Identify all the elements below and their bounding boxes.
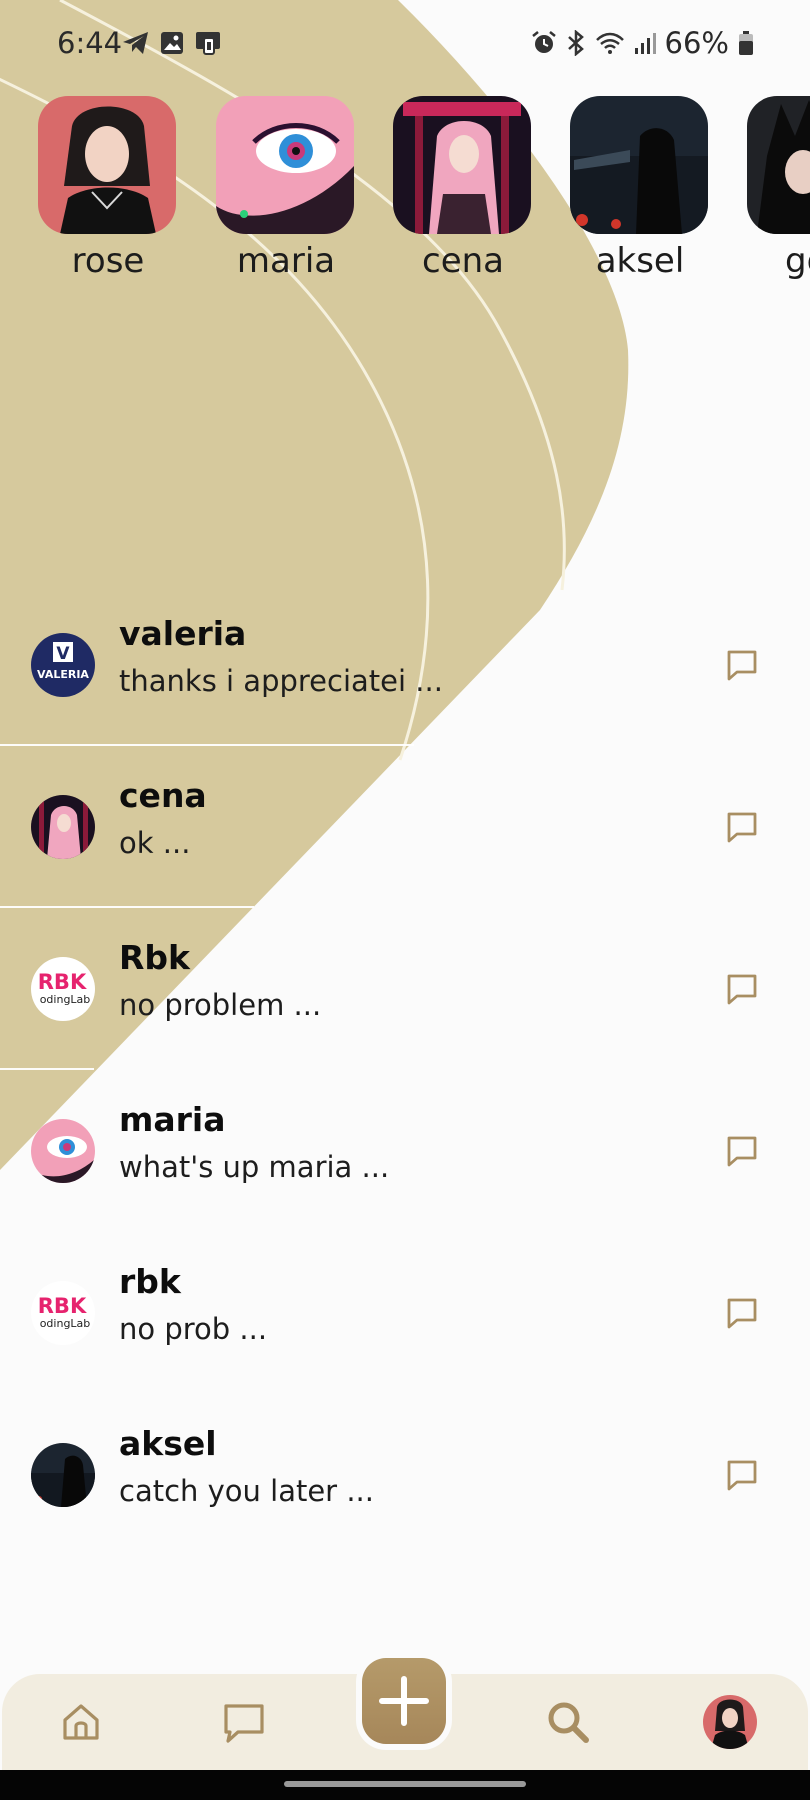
conversation-preview: ok ... [119,826,191,860]
chat-bubble-icon[interactable] [724,1295,760,1331]
avatar-wordmark: VALERIA [37,668,89,681]
conversation-row-cena[interactable]: cena ok ... [0,746,810,908]
profile-avatar[interactable] [703,1695,757,1749]
status-right-icons: 66% [531,26,754,60]
nav-home-button[interactable] [51,1692,111,1752]
home-gesture-pill[interactable] [284,1781,526,1787]
story-item-aksel[interactable]: aksel [570,96,710,282]
story-avatar-image [747,96,810,234]
conversation-preview: no prob ... [119,1312,268,1346]
story-avatar-image [216,96,354,234]
conversation-name: rbk [119,1262,181,1301]
telegram-icon [123,32,148,54]
stories-row[interactable]: rose maria cena aksel g [0,96,810,296]
avatar-letter: V [56,644,70,664]
story-avatar-image [393,96,531,234]
profile-avatar-image [703,1695,757,1749]
status-time: 6:44 [57,26,123,60]
conversation-name: valeria [119,614,247,653]
chat-bubble-icon[interactable] [724,971,760,1007]
conversation-row-rbk[interactable]: RBK odingLab Rbk no problem ... [0,908,810,1070]
search-icon [548,1702,589,1743]
conversation-avatar [31,795,95,859]
avatar-image [31,795,95,859]
conversation-avatar: RBK odingLab [31,957,95,1021]
story-avatar-image [570,96,708,234]
chat-icon [224,1704,264,1743]
conversation-row-maria[interactable]: maria what's up maria ... [0,1070,810,1232]
chat-bubble-icon[interactable] [724,647,760,683]
battery-percentage: 66% [664,26,729,60]
chat-bubble-icon[interactable] [724,809,760,845]
story-label: rose [71,241,145,281]
status-bar: 6:44 66% [0,0,810,92]
avatar-image [31,1443,95,1507]
conversation-avatar [31,1119,95,1183]
conversation-avatar: RBK odingLab [31,1281,95,1345]
conversation-name: maria [119,1100,226,1139]
conversation-name: aksel [119,1424,217,1463]
conversation-name: cena [119,776,207,815]
avatar-wordmark: odingLab [40,993,91,1006]
avatar-wordmark: odingLab [40,1317,91,1330]
conversation-preview: no problem ... [119,988,322,1022]
avatar-wordmark: RBK [38,1294,87,1318]
nav-search-button[interactable] [538,1692,598,1752]
signal-icon [634,33,656,54]
story-item-rose[interactable]: rose [38,96,178,282]
story-avatar[interactable] [747,96,810,234]
avatar-image: V VALERIA [31,633,95,697]
conversation-preview: thanks i appreciatei ... [119,664,443,698]
chat-bubble-icon[interactable] [724,1457,760,1493]
gallery-icon [161,32,183,54]
conversation-preview: what's up maria ... [119,1150,390,1184]
avatar-wordmark: RBK [38,970,87,994]
story-item-maria[interactable]: maria [216,96,356,282]
story-label: aksel [595,241,685,281]
alarm-icon [531,31,556,53]
story-avatar[interactable] [393,96,531,234]
conversation-row-rbk-2[interactable]: RBK odingLab rbk no prob ... [0,1232,810,1394]
nav-chat-button[interactable] [214,1692,274,1752]
avatar-image: RBK odingLab [31,957,95,1021]
chat-bubble-icon[interactable] [724,1133,760,1169]
story-avatar[interactable] [216,96,354,234]
avatar-image: RBK odingLab [31,1281,95,1345]
story-avatar-image [38,96,176,234]
story-avatar[interactable] [570,96,708,234]
conversation-preview: catch you later ... [119,1474,374,1508]
story-item-cena[interactable]: cena [393,96,533,282]
bluetooth-icon [567,30,584,56]
conversation-row-valeria[interactable]: V VALERIA valeria thanks i appreciatei .… [0,584,810,746]
battery-icon [739,31,753,55]
story-label: maria [236,241,336,281]
story-item-gon[interactable]: gon [747,96,810,282]
system-gesture-bar [0,1770,810,1800]
conversation-name: Rbk [119,938,190,977]
nav-profile-button[interactable] [700,1692,760,1752]
story-label: cena [422,241,504,281]
status-left-icons [122,30,224,56]
conversation-row-aksel[interactable]: aksel catch you later ... [0,1394,810,1556]
avatar-image [31,1119,95,1183]
story-label: gon [785,241,810,281]
screen-mirror-icon [196,32,220,55]
wifi-icon [595,32,624,54]
conversation-avatar: V VALERIA [31,633,95,697]
plus-icon [379,1676,429,1726]
add-post-button[interactable] [362,1658,446,1744]
home-icon [63,1704,99,1740]
conversation-avatar [31,1443,95,1507]
story-avatar[interactable] [38,96,176,234]
